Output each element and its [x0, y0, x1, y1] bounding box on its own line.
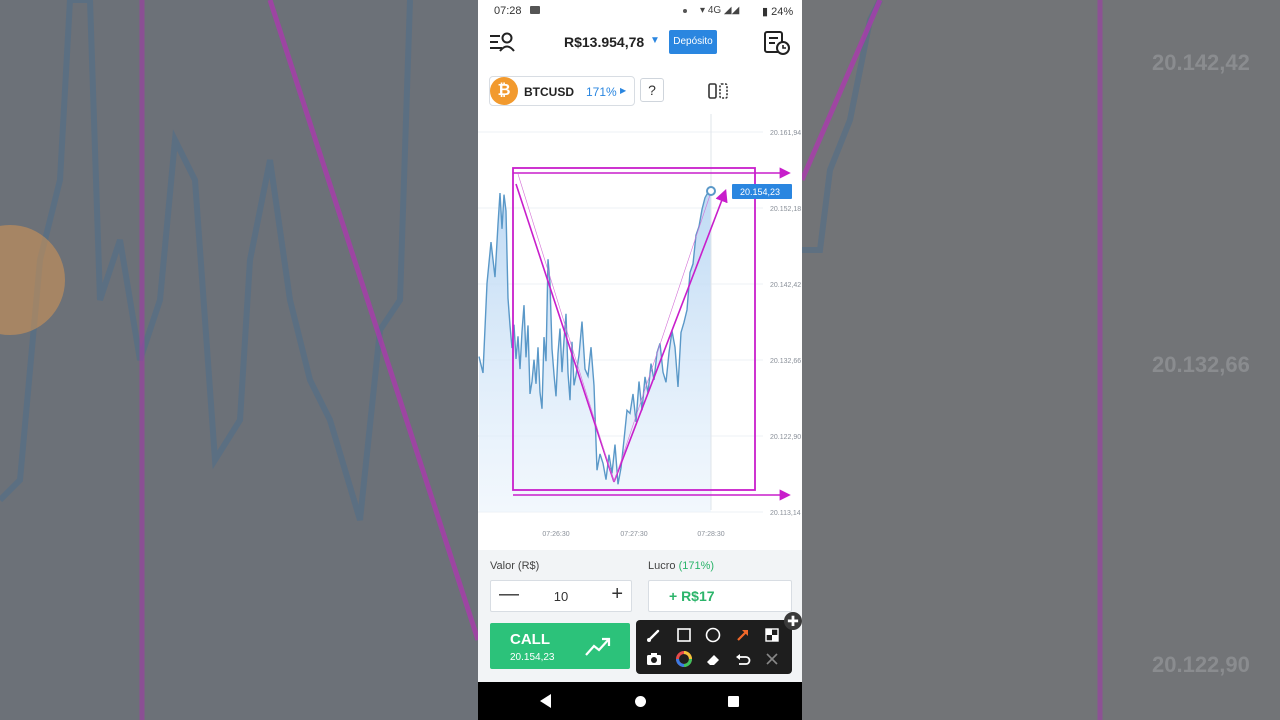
- arrow-tool-icon[interactable]: [733, 625, 753, 645]
- menu-user-icon[interactable]: [488, 30, 516, 54]
- toolbar-move-icon[interactable]: ✚: [784, 612, 802, 630]
- phone-screen: 07:28 ▾ 4G ◢◢ ▮ 24% R$13.954,78 ▼ Depósi…: [478, 0, 802, 720]
- call-button[interactable]: CALL 20.154,23: [490, 623, 630, 669]
- x-tick-label: 07:26:30: [542, 531, 569, 538]
- eraser-icon[interactable]: [703, 649, 723, 669]
- mosaic-tool-icon[interactable]: [762, 625, 782, 645]
- trade-panel: Valor (R$) Lucro (171%) — 10 + + R$17 CA…: [478, 550, 802, 682]
- y-tick-label: 20.142,42: [770, 282, 801, 289]
- video-record-icon: [530, 6, 540, 14]
- call-price: 20.154,23: [510, 652, 555, 663]
- status-time: 07:28: [494, 5, 522, 17]
- bitcoin-icon: ₿: [490, 77, 518, 105]
- battery-icon: ▮: [762, 6, 769, 18]
- signal-icon: ▾ 4G ◢◢: [700, 5, 740, 16]
- profit-value: + R$17: [669, 588, 715, 604]
- balance-dropdown-icon[interactable]: ▼: [650, 35, 660, 46]
- y-tick-label: 20.122,90: [770, 434, 801, 441]
- price-chart[interactable]: 20.161,94 20.152,18 20.142,42 20.132,66 20.1…: [478, 114, 802, 550]
- undo-icon[interactable]: [733, 649, 753, 669]
- current-price-label: 20.154,23: [740, 187, 780, 197]
- increase-amount-button[interactable]: +: [611, 583, 623, 606]
- amount-stepper: — 10 +: [490, 580, 632, 612]
- y-tick-label: 20.161,94: [770, 130, 801, 137]
- background-label: 20.122,90: [1152, 652, 1250, 677]
- profit-label: Lucro (171%): [648, 560, 714, 572]
- background-label: 20.132,66: [1152, 352, 1250, 377]
- amount-input[interactable]: 10: [491, 589, 631, 604]
- current-price-dot: [706, 186, 716, 196]
- circle-tool-icon[interactable]: [703, 625, 723, 645]
- color-picker-icon[interactable]: [674, 649, 694, 669]
- brush-icon[interactable]: [644, 625, 664, 645]
- help-button[interactable]: ?: [640, 78, 664, 102]
- battery-level: ▮ 24%: [762, 5, 793, 18]
- home-icon[interactable]: [635, 696, 646, 707]
- android-nav-bar: [478, 682, 802, 720]
- chart-layout-icon[interactable]: [707, 81, 729, 101]
- y-tick-label: 20.113,14: [770, 510, 801, 517]
- status-bar: 07:28 ▾ 4G ◢◢ ▮ 24%: [478, 0, 802, 22]
- caret-right-icon: ▶: [620, 86, 627, 95]
- profit-percent: (171%): [678, 560, 715, 572]
- y-tick-label: 20.152,18: [770, 206, 801, 213]
- back-icon[interactable]: [540, 694, 551, 708]
- call-label: CALL: [510, 631, 550, 648]
- drawing-toolbar: [636, 620, 792, 674]
- app-header: R$13.954,78 ▼ Depósito: [478, 22, 802, 62]
- trend-up-icon: [585, 637, 611, 656]
- network-type: 4G: [707, 5, 722, 16]
- asset-name: BTCUSD: [524, 85, 574, 99]
- x-tick-label: 07:27:30: [620, 531, 647, 538]
- camera-icon[interactable]: [644, 649, 664, 669]
- account-balance[interactable]: R$13.954,78: [564, 34, 644, 50]
- y-tick-label: 20.132,66: [770, 358, 801, 365]
- amount-label: Valor (R$): [490, 560, 540, 572]
- asset-bar: ₿ BTCUSD 171% ▶ ?: [478, 62, 802, 114]
- close-icon[interactable]: [762, 649, 782, 669]
- deposit-button[interactable]: Depósito: [669, 30, 717, 54]
- asset-selector[interactable]: ₿ BTCUSD 171% ▶: [489, 76, 635, 106]
- x-tick-label: 07:28:30: [697, 531, 724, 538]
- battery-percent: 24%: [771, 6, 794, 18]
- background-label: 20.142,42: [1152, 50, 1250, 75]
- asset-payout: 171%: [586, 85, 617, 99]
- trade-history-icon[interactable]: [763, 30, 791, 56]
- notification-dot-icon: [683, 9, 687, 13]
- profit-label-text: Lucro: [648, 560, 676, 572]
- recent-apps-icon[interactable]: [728, 696, 739, 707]
- rectangle-tool-icon[interactable]: [674, 625, 694, 645]
- profit-display: + R$17: [648, 580, 792, 612]
